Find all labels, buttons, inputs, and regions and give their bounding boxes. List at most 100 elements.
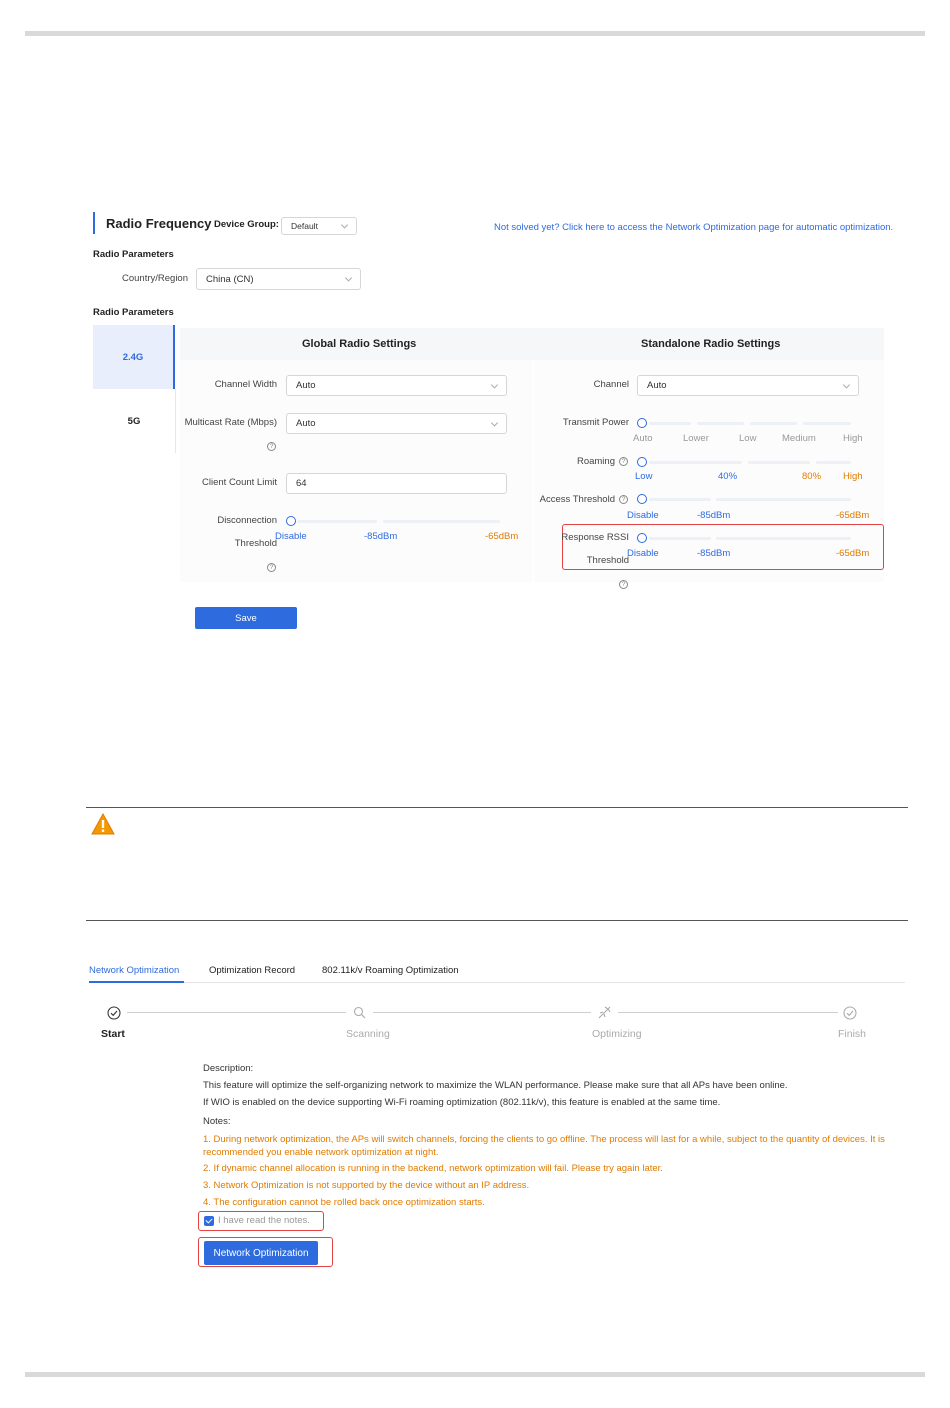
device-group-value: Default <box>291 221 318 231</box>
warning-icon <box>91 813 115 835</box>
slider-track <box>716 498 851 501</box>
caution-bottom-rule <box>86 920 908 921</box>
help-icon[interactable]: ? <box>267 563 276 572</box>
slider-track <box>383 520 500 523</box>
slider-tick: High <box>843 471 863 482</box>
channel-value: Auto <box>647 380 667 391</box>
channel-width-label: Channel Width <box>214 379 277 390</box>
country-region-value: China (CN) <box>206 273 254 285</box>
tab-label: 2.4G <box>122 351 144 363</box>
description-title: Description: <box>203 1063 254 1074</box>
tab-network-optimization[interactable]: Network Optimization <box>89 965 179 976</box>
tab-label: 5G <box>127 415 141 427</box>
chevron-down-icon <box>490 380 499 389</box>
slider-tick: -85dBm <box>697 510 731 521</box>
step-scanning: Scanning <box>346 1028 390 1040</box>
country-region-label: Country/Region <box>121 273 188 284</box>
multicast-rate-select[interactable]: Auto <box>286 413 507 434</box>
read-notes-checkbox[interactable] <box>204 1216 214 1226</box>
slider-tick: Low <box>635 471 653 482</box>
radio-parameters-heading: Radio Parameters <box>93 249 174 260</box>
check-circle-icon <box>843 1006 857 1020</box>
search-icon <box>353 1006 366 1019</box>
slider-tick: 80% <box>802 471 822 482</box>
chevron-down-icon <box>344 274 353 282</box>
disconnection-threshold-label: Disconnection <box>217 515 277 526</box>
slider-tick: -85dBm <box>364 531 398 542</box>
standalone-radio-settings-title: Standalone Radio Settings <box>641 338 781 350</box>
response-rssi-label-2: Threshold <box>586 555 629 566</box>
active-tab-underline <box>89 981 184 983</box>
network-optimization-button[interactable]: Network Optimization <box>204 1241 318 1265</box>
device-group-select[interactable]: Default <box>281 217 357 235</box>
note-item: 3. Network Optimization is not supported… <box>203 1180 530 1191</box>
slider-track <box>297 520 377 523</box>
help-icon[interactable]: ? <box>619 457 628 466</box>
channel-width-select[interactable]: Auto <box>286 375 507 396</box>
slider-track <box>716 537 851 540</box>
step-optimizing: Optimizing <box>592 1028 642 1040</box>
notes-title: Notes: <box>203 1116 231 1127</box>
client-count-limit-input[interactable]: 64 <box>286 473 507 494</box>
roaming-slider[interactable] <box>637 457 647 467</box>
chevron-down-icon <box>490 418 499 427</box>
slider-tick: -85dBm <box>697 548 731 559</box>
access-threshold-slider[interactable] <box>637 494 647 504</box>
help-icon[interactable]: ? <box>619 495 628 504</box>
slider-track <box>750 422 797 425</box>
description-line: This feature will optimize the self-orga… <box>203 1080 788 1091</box>
slider-track <box>697 422 744 425</box>
slider-tick: High <box>843 433 863 444</box>
access-threshold-label: Access Threshold <box>539 494 615 505</box>
channel-select[interactable]: Auto <box>637 375 859 396</box>
step-connector <box>618 1012 838 1013</box>
help-icon[interactable]: ? <box>619 580 628 589</box>
tab-roaming-optimization[interactable]: 802.11k/v Roaming Optimization <box>322 965 459 976</box>
step-start: Start <box>101 1028 125 1040</box>
description-line: If WIO is enabled on the device supporti… <box>203 1097 721 1108</box>
transmit-power-slider[interactable] <box>637 418 647 428</box>
note-item: 4. The configuration cannot be rolled ba… <box>203 1197 485 1208</box>
response-rssi-label: Response RSSI <box>561 532 629 543</box>
slider-track <box>803 422 851 425</box>
channel-width-value: Auto <box>296 380 316 391</box>
slider-tick: -65dBm <box>485 531 519 542</box>
save-button[interactable]: Save <box>195 607 297 629</box>
slider-track <box>649 422 691 425</box>
disconnection-threshold-label-2: Threshold <box>234 538 277 549</box>
channel-label: Channel <box>593 379 629 390</box>
slider-tick: Lower <box>683 433 709 444</box>
tab-2-4g[interactable]: 2.4G <box>93 325 175 389</box>
page-bottom-rule <box>25 1372 925 1377</box>
note-item: 2. If dynamic channel allocation is runn… <box>203 1163 663 1174</box>
client-count-limit-value: 64 <box>296 478 307 489</box>
slider-tick: Auto <box>633 433 653 444</box>
page-top-rule <box>25 31 925 36</box>
slider-tick: Disable <box>627 510 659 521</box>
tab-divider <box>175 389 176 453</box>
network-optimization-link[interactable]: Not solved yet? Click here to access the… <box>494 222 893 233</box>
roaming-label: Roaming <box>576 456 615 467</box>
help-icon[interactable]: ? <box>267 442 276 451</box>
global-radio-settings-title: Global Radio Settings <box>302 338 417 350</box>
slider-tick: 40% <box>718 471 738 482</box>
transmit-power-label: Transmit Power <box>562 417 629 428</box>
disconnection-threshold-slider[interactable] <box>286 516 296 526</box>
page-title: Radio Frequency <box>106 216 212 231</box>
rocket-icon <box>598 1006 611 1019</box>
multicast-rate-value: Auto <box>296 418 316 429</box>
slider-track <box>649 537 711 540</box>
response-rssi-slider[interactable] <box>637 533 647 543</box>
slider-track <box>649 498 711 501</box>
country-region-select[interactable]: China (CN) <box>196 268 361 290</box>
client-count-limit-label: Client Count Limit <box>202 477 277 488</box>
slider-track <box>649 461 742 464</box>
slider-track <box>816 461 851 464</box>
multicast-rate-label: Multicast Rate (Mbps) <box>184 417 277 428</box>
slider-tick: Disable <box>627 548 659 559</box>
step-connector <box>127 1012 346 1013</box>
slider-tick: Low <box>739 433 757 444</box>
tab-5g[interactable]: 5G <box>93 389 175 453</box>
device-group-label: Device Group: <box>214 219 279 230</box>
tab-optimization-record[interactable]: Optimization Record <box>209 965 295 976</box>
